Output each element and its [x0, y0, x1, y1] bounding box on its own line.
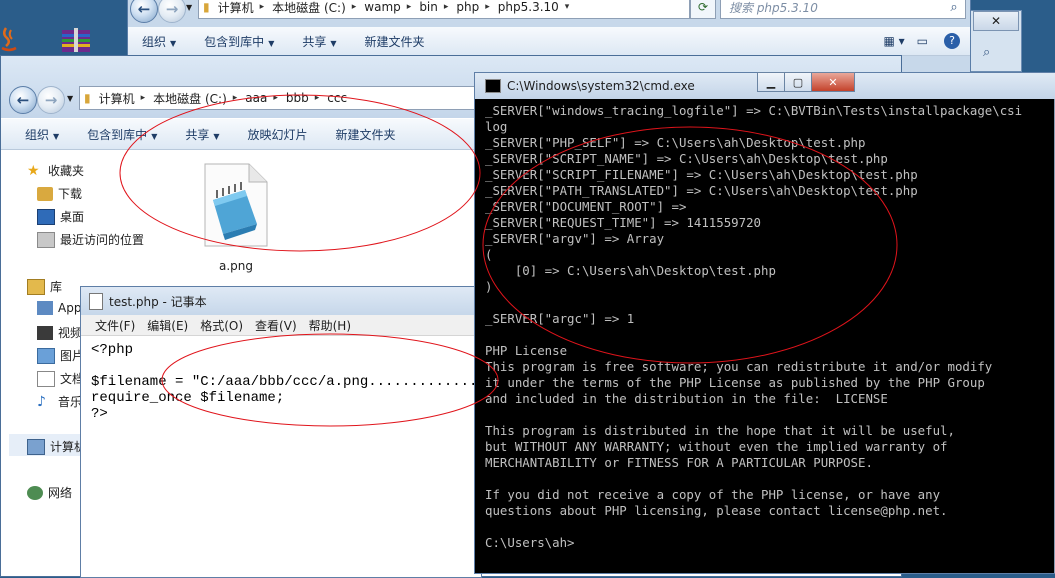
annotation-ellipse-cmd: [482, 126, 898, 364]
annotation-ellipse-code: [161, 333, 499, 427]
annotation-ellipse-file: [119, 94, 481, 252]
annotation-overlay: [119, 94, 898, 427]
